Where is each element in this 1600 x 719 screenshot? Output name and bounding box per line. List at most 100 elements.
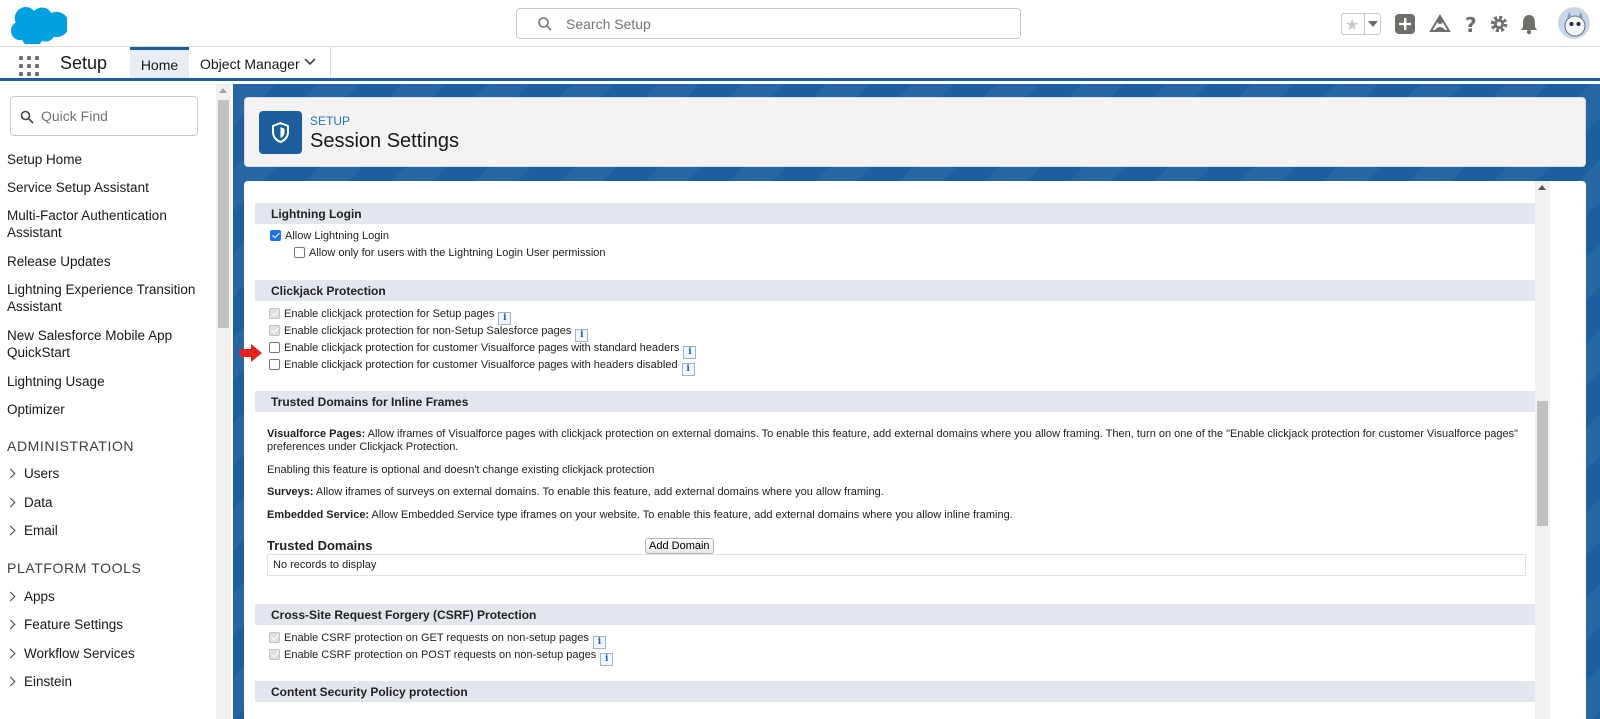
visualforce-pages-bold: Visualforce Pages:	[267, 428, 366, 440]
allow-lightning-login-row[interactable]: Allow Lightning Login	[270, 229, 389, 245]
chevron-right-icon	[5, 676, 16, 687]
page-header: SETUP Session Settings	[244, 97, 1586, 167]
info-icon[interactable]: i	[600, 653, 614, 666]
context-bar: Setup Home Object Manager	[0, 47, 1600, 81]
sidebar-item-mobile-quickstart[interactable]: New Salesforce Mobile App QuickStart	[7, 327, 177, 361]
visualforce-pages-description: Visualforce Pages: Allow iframes of Visu…	[267, 428, 1529, 454]
surveys-description: Surveys: Allow iframes of surveys on ext…	[267, 486, 1529, 499]
visualforce-pages-text: Allow iframes of Visualforce pages with …	[267, 428, 1519, 453]
settings-gear-icon[interactable]	[1488, 13, 1510, 35]
notifications-bell-icon[interactable]	[1518, 13, 1540, 35]
sidebar-item-label: Apps	[24, 589, 55, 604]
lightning-login-permission-row[interactable]: Allow only for users with the Lightning …	[294, 246, 606, 262]
sidebar-item-data[interactable]: Data	[5, 495, 53, 510]
sidebar-item-setup-home[interactable]: Setup Home	[7, 151, 207, 168]
app-launcher-icon[interactable]	[19, 56, 39, 76]
sidebar-item-email[interactable]: Email	[5, 523, 58, 538]
csrf-get-checkbox	[269, 632, 280, 643]
global-header: Search Setup ★ ?	[0, 0, 1600, 47]
help-icon[interactable]: ?	[1459, 13, 1481, 35]
section-heading-administration: ADMINISTRATION	[7, 438, 135, 454]
search-input[interactable]: Search Setup	[516, 8, 1021, 39]
chevron-right-icon	[5, 525, 16, 536]
svg-text:?: ?	[1465, 13, 1477, 35]
add-domain-button[interactable]: Add Domain	[645, 538, 714, 554]
sidebar-item-label: Users	[24, 466, 60, 481]
embedded-service-text: Allow Embedded Service type iframes on y…	[369, 509, 1013, 521]
section-header-trusted-domains: Trusted Domains for Inline Frames	[255, 391, 1537, 412]
chevron-down-icon[interactable]	[304, 58, 316, 66]
chevron-right-icon	[5, 648, 16, 659]
page-eyebrow: SETUP	[310, 114, 351, 128]
avatar[interactable]	[1558, 7, 1590, 39]
session-settings-shield-icon	[259, 111, 302, 154]
scrollbar-thumb[interactable]	[218, 100, 229, 328]
allow-lightning-login-label: Allow Lightning Login	[285, 230, 389, 242]
optional-feature-note: Enabling this feature is optional and do…	[267, 464, 655, 476]
sidebar-item-optimizer[interactable]: Optimizer	[7, 401, 207, 418]
embedded-service-bold: Embedded Service:	[267, 509, 370, 521]
embedded-service-description: Embedded Service: Allow Embedded Service…	[267, 509, 1529, 522]
tab-object-manager-label: Object Manager	[200, 56, 300, 72]
trailhead-icon[interactable]	[1429, 13, 1451, 35]
section-header-clickjack: Clickjack Protection	[255, 280, 1537, 301]
sidebar-item-feature-settings[interactable]: Feature Settings	[5, 617, 123, 632]
settings-content: Lightning Login Allow Lightning Login Al…	[255, 186, 1537, 719]
section-header-lightning-login: Lightning Login	[255, 203, 1537, 224]
sidebar-item-lightning-usage[interactable]: Lightning Usage	[7, 373, 207, 390]
sidebar-item-label: Email	[24, 523, 58, 538]
clickjack-vf-standard-headers-checkbox[interactable]	[269, 342, 280, 353]
sidebar-item-workflow-services[interactable]: Workflow Services	[5, 646, 135, 661]
scroll-up-arrow-icon[interactable]	[219, 88, 227, 93]
section-header-csp: Content Security Policy protection	[255, 681, 1537, 702]
favorites-button[interactable]: ★	[1341, 13, 1381, 35]
clickjack-setup-label: Enable clickjack protection for Setup pa…	[284, 308, 495, 320]
clickjack-vf-headers-disabled-checkbox[interactable]	[269, 359, 280, 370]
sidebar-item-mfa-assistant[interactable]: Multi-Factor Authentication Assistant	[7, 207, 177, 241]
scrollbar-thumb[interactable]	[1537, 401, 1548, 526]
chevron-right-icon	[5, 591, 16, 602]
csrf-post-row: Enable CSRF protection on POST requests …	[269, 648, 614, 666]
sidebar-item-lex-transition-assistant[interactable]: Lightning Experience Transition Assistan…	[7, 281, 197, 315]
lightning-login-permission-label: Allow only for users with the Lightning …	[309, 247, 606, 259]
surveys-text: Allow iframes of surveys on external dom…	[313, 486, 884, 498]
search-icon	[538, 17, 552, 31]
trusted-domains-empty-list: No records to display	[267, 554, 1526, 576]
sidebar-item-service-setup-assistant[interactable]: Service Setup Assistant	[7, 179, 207, 196]
clickjack-vf-standard-headers-row[interactable]: Enable clickjack protection for customer…	[269, 341, 697, 359]
info-icon[interactable]: i	[681, 363, 695, 376]
salesforce-logo[interactable]	[11, 6, 67, 44]
trusted-domains-label: Trusted Domains	[267, 538, 373, 553]
lightning-login-permission-checkbox[interactable]	[294, 247, 305, 258]
sidebar-item-einstein[interactable]: Einstein	[5, 674, 72, 689]
content-scrollbar[interactable]	[1535, 181, 1550, 719]
search-placeholder: Search Setup	[566, 16, 651, 32]
add-icon[interactable]	[1394, 13, 1416, 35]
scroll-up-arrow-icon[interactable]	[1538, 185, 1546, 190]
allow-lightning-login-checkbox[interactable]	[270, 230, 281, 241]
quick-find-input[interactable]: Quick Find	[10, 96, 198, 136]
favorites-dropdown-icon[interactable]	[1364, 14, 1380, 34]
settings-panel: Lightning Login Allow Lightning Login Al…	[244, 181, 1586, 719]
clickjack-setup-checkbox	[269, 308, 280, 319]
sidebar-scrollbar[interactable]	[216, 84, 231, 719]
clickjack-vf-headers-disabled-row[interactable]: Enable clickjack protection for customer…	[269, 358, 695, 376]
search-icon	[20, 110, 34, 124]
surveys-bold: Surveys:	[267, 486, 314, 498]
chevron-right-icon	[5, 468, 16, 479]
clickjack-vf-standard-headers-label: Enable clickjack protection for customer…	[284, 342, 680, 354]
sidebar-item-release-updates[interactable]: Release Updates	[7, 253, 207, 270]
main-content: SETUP Session Settings Lightning Login A…	[233, 84, 1600, 719]
astro-avatar-icon	[1559, 8, 1589, 38]
tab-object-manager[interactable]: Object Manager	[189, 47, 331, 78]
red-arrow-annotation-icon	[240, 344, 262, 362]
clickjack-vf-headers-disabled-label: Enable clickjack protection for customer…	[284, 359, 678, 371]
clickjack-non-setup-row: Enable clickjack protection for non-Setu…	[269, 324, 589, 342]
page-title: Session Settings	[310, 130, 459, 152]
sidebar-item-users[interactable]: Users	[5, 466, 60, 481]
tab-home[interactable]: Home	[130, 47, 189, 78]
app-name: Setup	[60, 53, 108, 73]
sidebar-item-apps[interactable]: Apps	[5, 589, 55, 604]
sidebar-item-label: Data	[24, 495, 53, 510]
csrf-get-row: Enable CSRF protection on GET requests o…	[269, 631, 606, 649]
